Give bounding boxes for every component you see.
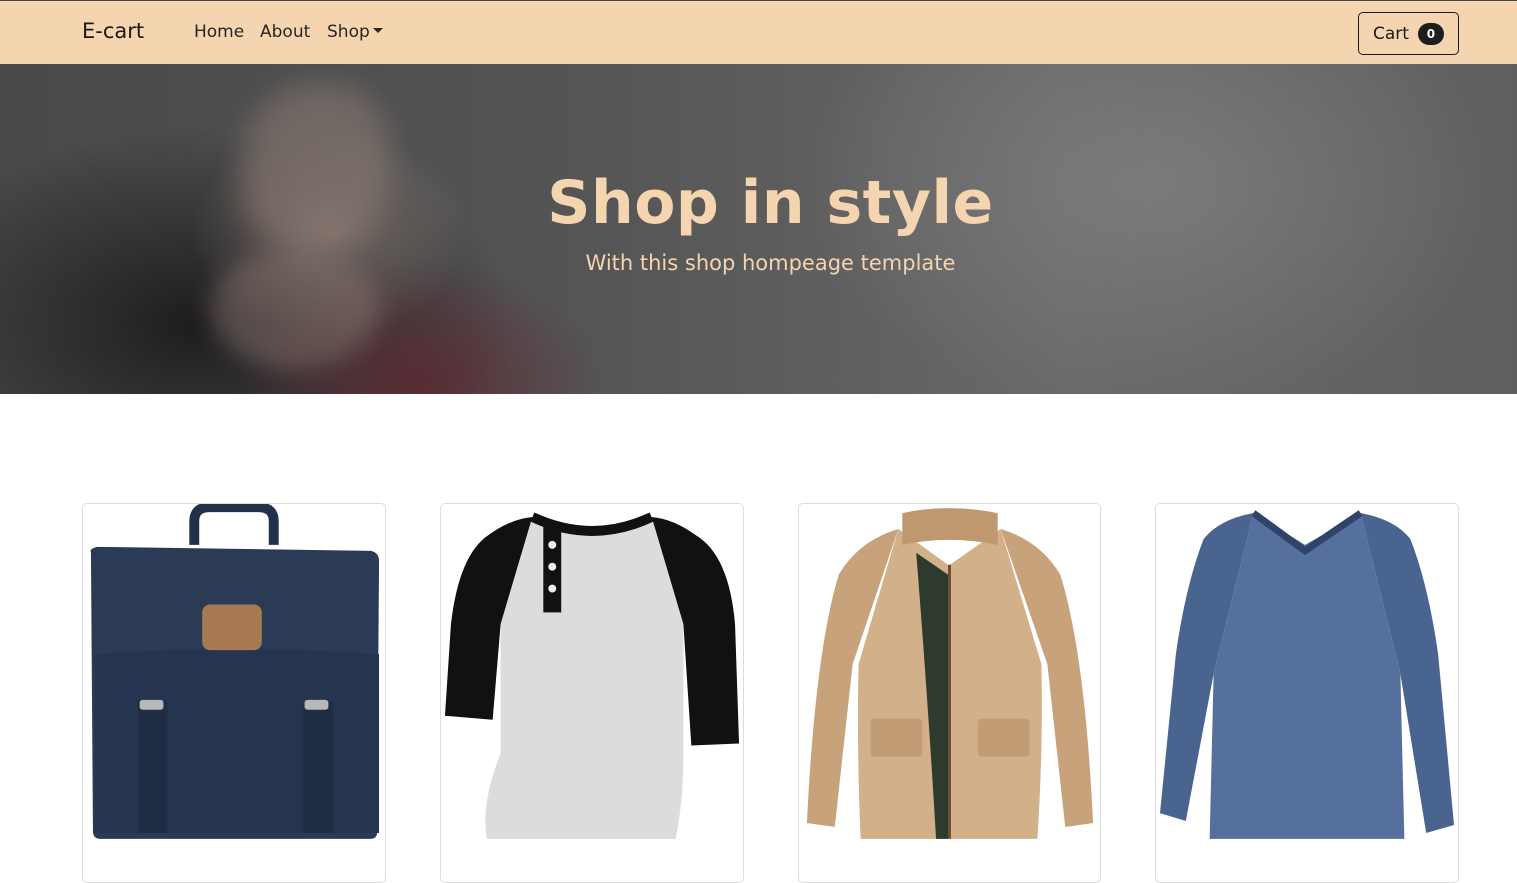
- nav-about-link[interactable]: About: [260, 22, 310, 42]
- product-card-henley[interactable]: [440, 503, 744, 883]
- hero-subtitle: With this shop hompeage template: [585, 251, 956, 275]
- longsleeve-shirt-icon: [1159, 510, 1455, 839]
- nav-shop-dropdown[interactable]: Shop: [327, 22, 383, 42]
- backpack-icon: [90, 504, 380, 839]
- nav-home-link[interactable]: Home: [194, 22, 244, 42]
- product-card-longsleeve[interactable]: [1155, 503, 1459, 883]
- hero-banner: Shop in style With this shop hompeage te…: [0, 64, 1517, 394]
- caret-down-icon: [372, 27, 383, 33]
- brand-logo[interactable]: E-cart: [82, 19, 144, 43]
- henley-shirt-icon: [444, 512, 740, 839]
- product-image-longsleeve: [1156, 504, 1458, 844]
- cart-button[interactable]: Cart 0: [1358, 12, 1459, 55]
- product-card-backpack[interactable]: [82, 503, 386, 883]
- product-card-jacket[interactable]: [798, 503, 1101, 883]
- product-image-backpack: [83, 504, 385, 844]
- hero-title: Shop in style: [547, 168, 994, 238]
- navbar: E-cart Home About Shop Cart 0: [0, 0, 1517, 64]
- product-image-henley: [441, 504, 743, 844]
- product-image-jacket: [799, 504, 1100, 844]
- jacket-icon: [806, 508, 1094, 839]
- cart-count-badge: 0: [1417, 22, 1444, 45]
- cart-label: Cart: [1373, 23, 1409, 44]
- nav-shop-label: Shop: [327, 22, 370, 42]
